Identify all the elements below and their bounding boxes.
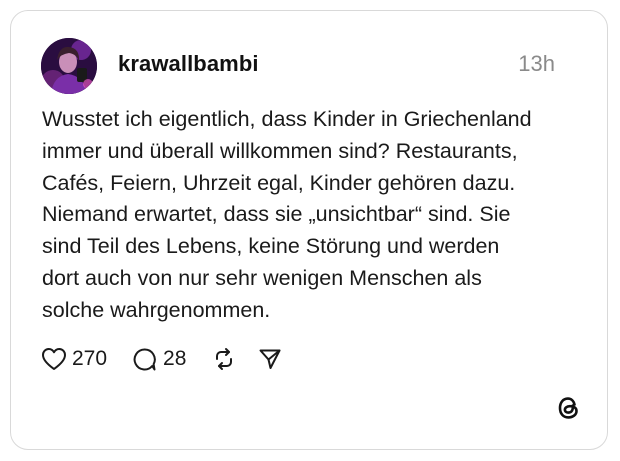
- avatar-photo: [41, 38, 97, 94]
- speech-bubble-icon: [132, 347, 157, 372]
- post-body: Wusstet ich eigentlich, dass Kinder in G…: [42, 107, 532, 322]
- reply-count: 28: [163, 347, 187, 370]
- like-count: 270: [72, 347, 108, 370]
- post-timestamp: 13h: [518, 51, 555, 76]
- post-actions: 270 28: [41, 344, 282, 374]
- avatar[interactable]: [41, 38, 97, 94]
- heart-icon: [41, 347, 67, 371]
- like-button[interactable]: 270: [41, 347, 107, 371]
- send-icon: [258, 347, 282, 371]
- threads-logo-icon[interactable]: [556, 395, 582, 421]
- share-button[interactable]: [258, 347, 282, 371]
- repost-button[interactable]: [212, 347, 236, 371]
- reply-button[interactable]: 28: [132, 347, 186, 372]
- username[interactable]: krawallbambi: [118, 51, 259, 77]
- repost-icon: [212, 347, 236, 371]
- post-card: krawallbambi 13h Wusstet ich eigentlich,…: [10, 10, 608, 450]
